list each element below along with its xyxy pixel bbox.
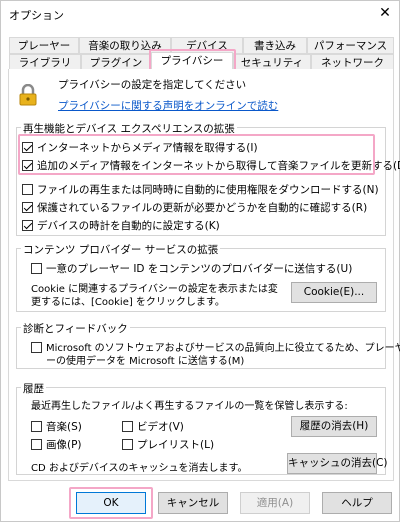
privacy-heading: プライバシーの設定を指定してください bbox=[58, 79, 247, 91]
label-history-pictures: 画像(P) bbox=[46, 439, 82, 451]
cache-description: CD およびデバイスのキャッシュを消去します。 bbox=[31, 463, 248, 474]
label-get-media-info: インターネットからメディア情報を取得する(I) bbox=[37, 142, 258, 154]
clear-history-button[interactable]: 履歴の消去(H) bbox=[291, 416, 377, 437]
label-history-video: ビデオ(V) bbox=[137, 421, 184, 433]
content-provider-label: コンテンツ プロバイダー サービスの拡張 bbox=[21, 242, 221, 257]
checkbox-check-protected-files[interactable] bbox=[22, 202, 33, 213]
clear-cache-button[interactable]: キャッシュの消去(C) bbox=[287, 453, 388, 474]
label-update-music-files: 追加のメディア情報をインターネットから取得して音楽ファイルを更新する(D) bbox=[37, 160, 400, 172]
checkbox-history-playlist[interactable] bbox=[122, 439, 133, 450]
checkbox-history-pictures[interactable] bbox=[31, 439, 42, 450]
help-button[interactable]: ヘルプ bbox=[322, 492, 392, 514]
label-send-usage-data-2: ーの使用データを Microsoft に送信する(M) bbox=[46, 356, 245, 367]
diagnostics-label: 診断とフィードバック bbox=[21, 321, 130, 336]
window-title: オプション bbox=[9, 9, 64, 22]
cookie-button[interactable]: Cookie(E)... bbox=[291, 282, 377, 303]
checkbox-history-video[interactable] bbox=[122, 421, 133, 432]
label-history-music: 音楽(S) bbox=[46, 421, 82, 433]
checkbox-send-usage-data[interactable] bbox=[31, 342, 42, 353]
checkbox-get-media-info[interactable] bbox=[22, 142, 33, 153]
options-dialog: オプション ✕ プレーヤー 音楽の取り込み デバイス 書き込み パフォーマンス … bbox=[0, 0, 400, 522]
label-set-device-clock: デバイスの時計を自動的に設定する(K) bbox=[37, 220, 220, 232]
tab-player[interactable]: プレーヤー bbox=[9, 37, 79, 54]
checkbox-update-music-files[interactable] bbox=[22, 160, 33, 171]
close-icon[interactable]: ✕ bbox=[375, 4, 395, 22]
tab-performance[interactable]: パフォーマンス bbox=[307, 37, 394, 54]
lock-icon bbox=[19, 84, 37, 106]
label-check-protected-files: 保護されているファイルの更新が必要かどうかを自動的に確認する(R) bbox=[37, 202, 368, 214]
checkbox-set-device-clock[interactable] bbox=[22, 220, 33, 231]
checkbox-history-music[interactable] bbox=[31, 421, 42, 432]
history-label: 履歴 bbox=[21, 381, 46, 396]
label-download-usage-rights: ファイルの再生または同時時に自動的に使用権限をダウンロードする(N) bbox=[37, 184, 379, 196]
apply-button[interactable]: 適用(A) bbox=[240, 492, 310, 514]
playback-group-label: 再生機能とデバイス エクスペリエンスの拡張 bbox=[21, 121, 237, 136]
checkbox-send-player-id[interactable] bbox=[31, 263, 42, 274]
label-history-playlist: プレイリスト(L) bbox=[137, 439, 215, 451]
history-description: 最近再生したファイル/よく再生するファイルの一覧を保管し表示する: bbox=[31, 401, 348, 412]
cookie-description-2: 更するには、[Cookie] をクリックします。 bbox=[31, 297, 225, 308]
privacy-statement-link[interactable]: プライバシーに関する声明をオンラインで読む bbox=[58, 98, 278, 113]
ok-button[interactable]: OK bbox=[76, 492, 146, 514]
checkbox-download-usage-rights[interactable] bbox=[22, 184, 33, 195]
label-send-player-id: 一意のプレーヤー ID をコンテンツのプロバイダーに送信する(U) bbox=[46, 263, 353, 275]
tab-burn[interactable]: 書き込み bbox=[243, 37, 307, 54]
cancel-button[interactable]: キャンセル bbox=[158, 492, 228, 514]
